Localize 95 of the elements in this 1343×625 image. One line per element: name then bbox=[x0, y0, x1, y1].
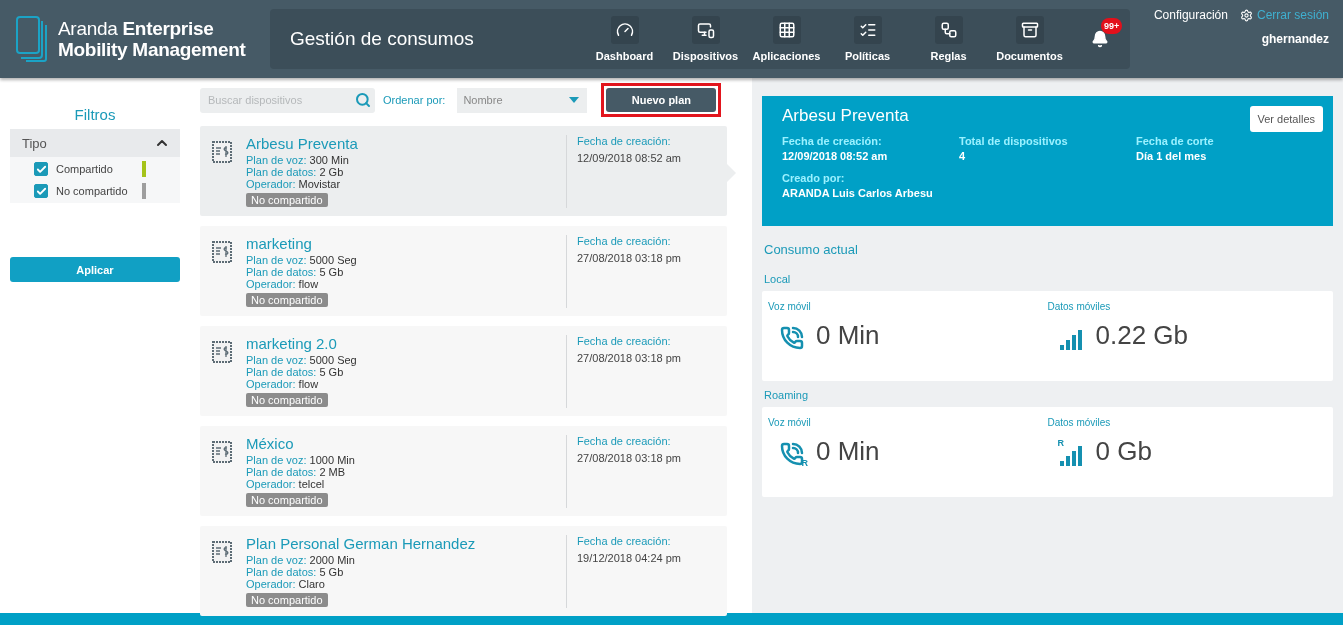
type-tag: No compartido bbox=[246, 193, 328, 207]
field-value: 4 bbox=[959, 150, 967, 162]
filters-title: Filtros bbox=[73, 106, 117, 123]
date-value: 27/08/2018 03:18 pm bbox=[577, 352, 682, 364]
phone-call-icon bbox=[780, 441, 804, 466]
voice-plan: Plan de voz: 5000 Seg bbox=[246, 354, 358, 366]
plan-title: Arbesu Preventa bbox=[782, 106, 909, 126]
field-label: Fecha de creación: bbox=[782, 135, 883, 147]
type-tag: No compartido bbox=[246, 293, 328, 307]
settings-icon[interactable] bbox=[1239, 8, 1253, 22]
checkbox[interactable] bbox=[34, 162, 48, 176]
metric-label: Voz móvil bbox=[768, 301, 812, 312]
data-plan: Plan de datos: 5 Gb bbox=[246, 366, 345, 378]
grid-icon bbox=[777, 21, 796, 39]
metric-label: Voz móvil bbox=[768, 417, 812, 428]
field-label: Fecha de corte bbox=[1136, 135, 1215, 147]
date-value: 27/08/2018 03:18 pm bbox=[577, 452, 682, 464]
voice-plan: Plan de voz: 300 Min bbox=[246, 154, 350, 166]
gauge-icon bbox=[615, 21, 634, 39]
nav-item[interactable]: Dashboard bbox=[584, 16, 665, 62]
metric-value: 0 Min bbox=[816, 320, 880, 351]
operator: Operador: Movistar bbox=[246, 178, 342, 190]
date-value: 12/09/2018 08:52 am bbox=[577, 152, 682, 164]
metric-value: 0 Min bbox=[816, 436, 880, 467]
checklist-icon bbox=[858, 21, 877, 39]
type-tag: No compartido bbox=[246, 593, 328, 607]
type-tag: No compartido bbox=[246, 493, 328, 507]
date-value: 19/12/2018 04:24 pm bbox=[577, 552, 682, 564]
operator: Operador: telcel bbox=[246, 478, 326, 490]
section-title: Roaming bbox=[764, 389, 810, 401]
signal-bars-icon bbox=[1059, 445, 1084, 466]
field-value: Día 1 del mes bbox=[1136, 150, 1208, 162]
details-button[interactable]: Ver detalles bbox=[1249, 106, 1323, 132]
invoice-icon bbox=[212, 541, 232, 563]
devices-icon bbox=[696, 21, 715, 39]
phone-call-icon bbox=[780, 325, 804, 350]
nav-item[interactable]: Reglas bbox=[908, 16, 989, 62]
settings-link[interactable]: Configuración bbox=[1153, 8, 1228, 22]
field-label: Creado por: bbox=[782, 172, 846, 184]
type-tag: No compartido bbox=[246, 393, 328, 407]
plan-card[interactable]: marketing 2.0 Plan de voz: 5000 Seg Plan de datos: 5 Gb Operador: flow No compartido Fecha de creación: 27/08/2018 03:18 pm bbox=[200, 326, 727, 416]
section-title: Local bbox=[764, 273, 792, 285]
metric-label: Datos móviles bbox=[1047, 417, 1112, 428]
date-label: Fecha de creación: bbox=[577, 135, 672, 147]
user-name: ghernandez bbox=[1261, 32, 1329, 46]
invoice-icon bbox=[212, 441, 232, 463]
invoice-icon bbox=[212, 141, 232, 163]
operator: Operador: Claro bbox=[246, 578, 326, 590]
invoice-icon bbox=[212, 341, 232, 363]
nav-item[interactable]: Políticas bbox=[827, 16, 908, 62]
brand-name: Aranda Enterprise Mobility Management bbox=[58, 18, 246, 60]
data-plan: Plan de datos: 2 Gb bbox=[246, 166, 345, 178]
plan-card[interactable]: Plan Personal German Hernandez Plan de voz: 2000 Min Plan de datos: 5 Gb Operador: Claro No compartido Fecha de creación: 19/12/2018 04:24 pm bbox=[200, 526, 727, 616]
voice-plan: Plan de voz: 1000 Min bbox=[246, 454, 356, 466]
field-value: 12/09/2018 08:52 am bbox=[782, 150, 889, 162]
filter-option-label: No compartido bbox=[56, 185, 129, 197]
data-plan: Plan de datos: 5 Gb bbox=[246, 266, 345, 278]
metric-value: 0 Gb bbox=[1095, 436, 1152, 467]
date-value: 27/08/2018 03:18 pm bbox=[577, 252, 682, 264]
invoice-icon bbox=[212, 241, 232, 263]
date-label: Fecha de creación: bbox=[577, 435, 672, 447]
date-label: Fecha de creación: bbox=[577, 535, 672, 547]
page-title: Gestión de consumos bbox=[290, 28, 475, 50]
filter-group-header[interactable]: Tipo bbox=[10, 129, 180, 157]
nav-item[interactable]: Documentos bbox=[989, 16, 1070, 62]
data-plan: Plan de datos: 2 MB bbox=[246, 466, 347, 478]
field-label: Total de dispositivos bbox=[959, 135, 1069, 147]
nav-item[interactable]: Dispositivos bbox=[665, 16, 746, 62]
caret-icon bbox=[569, 97, 580, 103]
data-plan: Plan de datos: 5 Gb bbox=[246, 566, 345, 578]
operator: Operador: flow bbox=[246, 278, 320, 290]
devices-logo-icon bbox=[16, 16, 48, 62]
plan-card[interactable]: marketing Plan de voz: 5000 Seg Plan de datos: 5 Gb Operador: flow No compartido Fecha de creación: 27/08/2018 03:18 pm bbox=[200, 226, 727, 316]
metric-label: Datos móviles bbox=[1047, 301, 1112, 312]
metric-value: 0.22 Gb bbox=[1095, 320, 1188, 351]
field-value: ARANDA Luis Carlos Arbesu bbox=[782, 187, 934, 199]
signal-bars-icon bbox=[1059, 329, 1084, 350]
date-label: Fecha de creación: bbox=[577, 235, 672, 247]
voice-plan: Plan de voz: 5000 Seg bbox=[246, 254, 358, 266]
filter-option-label: Compartido bbox=[56, 163, 114, 175]
notification-count: 99+ bbox=[1101, 18, 1123, 34]
plan-card[interactable]: México Plan de voz: 1000 Min Plan de datos: 2 MB Operador: telcel No compartido Fecha de creación: 27/08/2018 03:18 pm bbox=[200, 426, 727, 516]
operator: Operador: flow bbox=[246, 378, 320, 390]
cabinet-icon bbox=[1020, 21, 1039, 39]
checkbox[interactable] bbox=[34, 184, 48, 198]
date-label: Fecha de creación: bbox=[577, 335, 672, 347]
sort-label: Ordenar por: bbox=[383, 94, 446, 106]
workflow-icon bbox=[939, 21, 958, 39]
bell-icon[interactable] bbox=[1091, 30, 1109, 48]
new-plan-button[interactable]: Nuevo plan bbox=[601, 83, 722, 117]
consumption-title: Consumo actual bbox=[764, 242, 859, 257]
nav-item[interactable]: Aplicaciones bbox=[746, 16, 827, 62]
voice-plan: Plan de voz: 2000 Min bbox=[246, 554, 356, 566]
roaming-mark: R bbox=[1057, 437, 1064, 448]
search-icon[interactable] bbox=[355, 91, 371, 108]
